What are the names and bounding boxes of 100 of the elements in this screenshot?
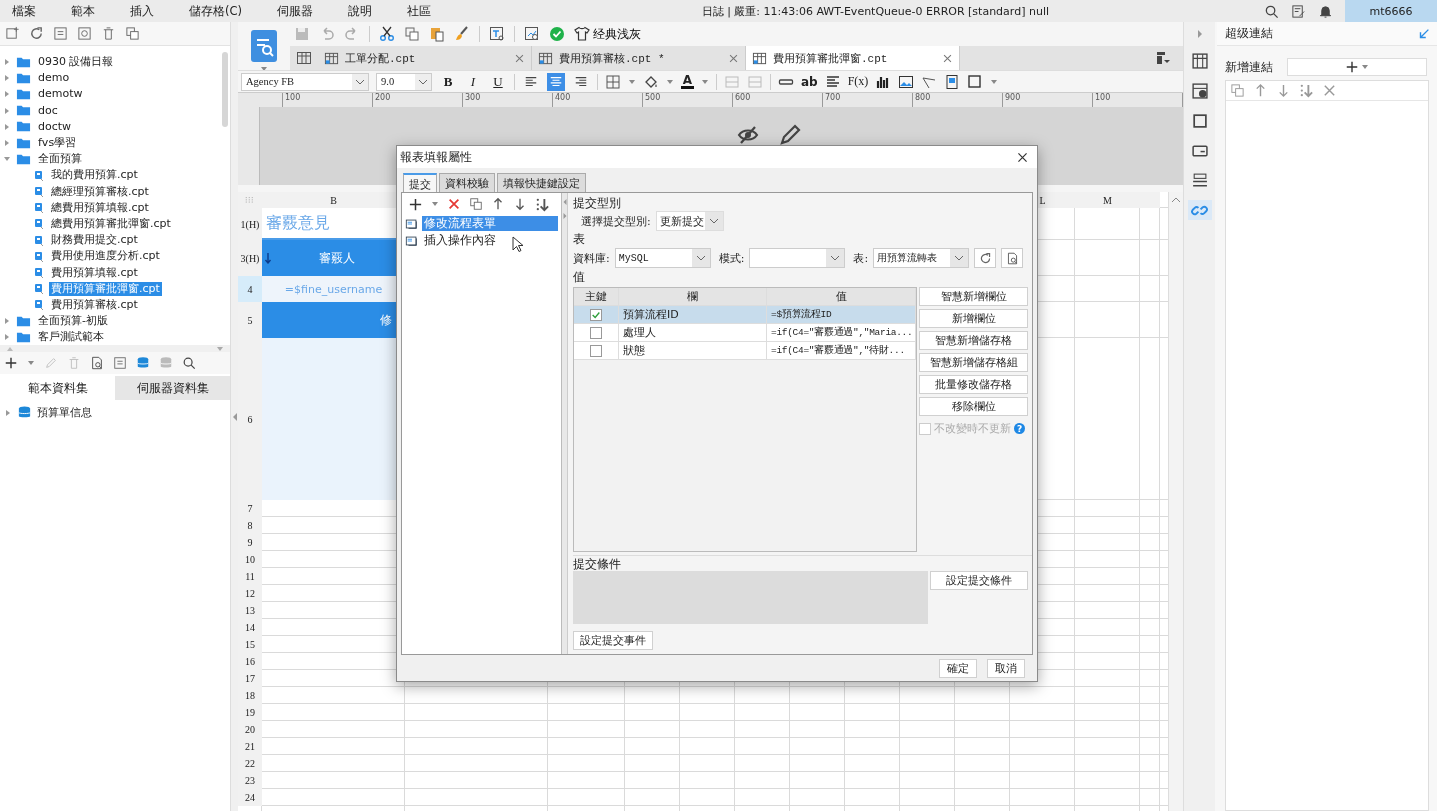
row-header[interactable]: 15 (238, 636, 262, 653)
database-icon[interactable] (136, 356, 150, 370)
folder-item[interactable]: doc (36, 103, 60, 118)
submit-type-select[interactable]: 更新提交 (655, 211, 724, 231)
file-item[interactable]: 總費用預算審批彈窗.cpt (49, 216, 173, 231)
copy-icon[interactable] (404, 26, 420, 42)
scrollbar[interactable] (1168, 192, 1183, 811)
menu-item[interactable]: 說明 (336, 3, 384, 19)
row-header[interactable]: 17 (238, 670, 262, 687)
dialog-tab[interactable]: 提交 (403, 173, 437, 192)
action-button[interactable]: 智慧新增欄位 (919, 287, 1028, 306)
delete-icon[interactable] (101, 26, 116, 41)
add-icon[interactable] (4, 356, 18, 370)
frame-icon[interactable] (967, 73, 984, 90)
settings-icon[interactable] (77, 26, 92, 41)
insert-text-button[interactable]: ab (801, 74, 818, 89)
border-icon[interactable] (605, 73, 621, 90)
caret-icon[interactable] (431, 201, 439, 207)
refresh-icon[interactable] (29, 26, 44, 41)
pencil-icon[interactable] (778, 123, 802, 147)
copy-icon[interactable] (1230, 83, 1245, 98)
theme-button[interactable]: 经典浅灰 (574, 26, 641, 42)
copy-icon[interactable] (469, 197, 483, 211)
dialog-tab[interactable]: 資料校驗 (439, 173, 495, 192)
bell-icon[interactable] (1318, 3, 1333, 19)
action-item[interactable]: 插入操作內容 (422, 233, 558, 248)
row-header[interactable]: 21 (238, 738, 262, 755)
refresh-button[interactable] (974, 248, 997, 268)
row-header[interactable]: 19 (238, 704, 262, 721)
menu-item[interactable]: 伺服器 (265, 3, 325, 19)
folder-item[interactable]: 全面預算-初版 (36, 314, 110, 329)
folder-item[interactable]: 0930 設備日報 (36, 55, 116, 70)
file-item[interactable]: 總經理預算審核.cpt (49, 184, 151, 199)
table-row[interactable]: 預算流程ID =$預算流程ID (574, 306, 916, 324)
caret-icon[interactable] (990, 78, 999, 85)
file-item[interactable]: 我的費用預算.cpt (49, 168, 140, 183)
cut-icon[interactable] (379, 26, 395, 42)
report-icon[interactable] (248, 28, 280, 64)
dialog-tab[interactable]: 填報快捷鍵設定 (497, 173, 586, 192)
table-row[interactable]: 處理人 =if(C4="審覈通過","Maria... (574, 324, 916, 342)
folder-item[interactable]: doctw (36, 119, 74, 134)
caret-icon[interactable] (27, 360, 35, 366)
format-brush-icon[interactable] (454, 26, 470, 42)
caret-icon[interactable] (701, 78, 709, 85)
chart-preview-icon[interactable] (524, 26, 540, 42)
row-header[interactable]: 5 (238, 302, 262, 338)
caret-icon[interactable] (628, 78, 636, 85)
row-header[interactable]: 23 (238, 772, 262, 789)
text-preview-icon[interactable] (489, 26, 505, 42)
tab-menu-icon[interactable] (1155, 50, 1171, 66)
menu-item[interactable]: 檔案 (0, 3, 48, 19)
action-button[interactable]: 智慧新增儲存格 (919, 331, 1028, 350)
close-icon[interactable] (1016, 150, 1029, 164)
text-style-button[interactable]: U (489, 73, 507, 90)
font-color-button[interactable]: A (681, 74, 694, 89)
database-icon[interactable] (159, 356, 173, 370)
folder-item[interactable]: fvs學習 (36, 136, 79, 151)
action-button[interactable]: 新增欄位 (919, 309, 1028, 328)
row-header[interactable]: 4 (238, 276, 262, 302)
row-header[interactable]: 22 (238, 755, 262, 772)
row-header[interactable]: 7 (238, 500, 262, 517)
file-item[interactable]: 財務費用提交.cpt (49, 233, 140, 248)
row-header[interactable]: 24 (238, 789, 262, 806)
row-header[interactable]: 8 (238, 517, 262, 534)
save-icon[interactable] (294, 26, 310, 42)
text-style-button[interactable]: B (439, 73, 457, 90)
action-button[interactable]: 批量修改儲存格 (919, 375, 1028, 394)
expand-icon[interactable] (1195, 28, 1204, 40)
check-icon[interactable] (549, 26, 565, 42)
checkbox[interactable] (590, 326, 602, 339)
text-style-button[interactable]: I (464, 73, 482, 90)
row-header[interactable]: 10 (238, 551, 262, 568)
database-select[interactable]: MySQL (614, 248, 711, 268)
folder-item[interactable]: demo (36, 71, 72, 86)
row-header[interactable]: 6 (238, 338, 262, 500)
scrollbar[interactable] (222, 52, 228, 127)
table-select[interactable]: 用預算流轉表 (873, 248, 970, 268)
editor-tab[interactable]: 費用預算審批彈窗.cpt (746, 46, 960, 70)
menu-item[interactable]: 社區 (395, 3, 443, 19)
scroll-up-icon[interactable] (1171, 196, 1181, 204)
preview-button[interactable] (1001, 248, 1024, 268)
menu-item[interactable]: 插入 (118, 3, 166, 19)
paragraph-icon[interactable] (824, 73, 841, 90)
row-header[interactable]: 13 (238, 602, 262, 619)
set-event-button[interactable]: 設定提交事件 (573, 631, 653, 650)
table-row[interactable]: 狀態 =if(C4="審覈通過","待財... (574, 342, 916, 360)
font-select[interactable]: Agency FB (241, 72, 369, 91)
search-icon[interactable] (1264, 3, 1279, 19)
column-header[interactable]: M (1075, 192, 1140, 208)
user-button[interactable]: mt6666 (1345, 0, 1437, 22)
image-icon[interactable] (898, 73, 915, 90)
menu-item[interactable]: 範本 (59, 3, 107, 19)
row-header[interactable]: 11 (238, 568, 262, 585)
action-button[interactable]: 智慧新增儲存格組 (919, 353, 1028, 372)
move-up-icon[interactable] (491, 197, 505, 211)
document-icon[interactable] (53, 26, 68, 41)
folder-item[interactable]: demotw (36, 87, 85, 102)
copy-icon[interactable] (125, 26, 140, 41)
file-item[interactable]: 費用預算審核.cpt (49, 297, 140, 312)
row-header[interactable]: 20 (238, 721, 262, 738)
